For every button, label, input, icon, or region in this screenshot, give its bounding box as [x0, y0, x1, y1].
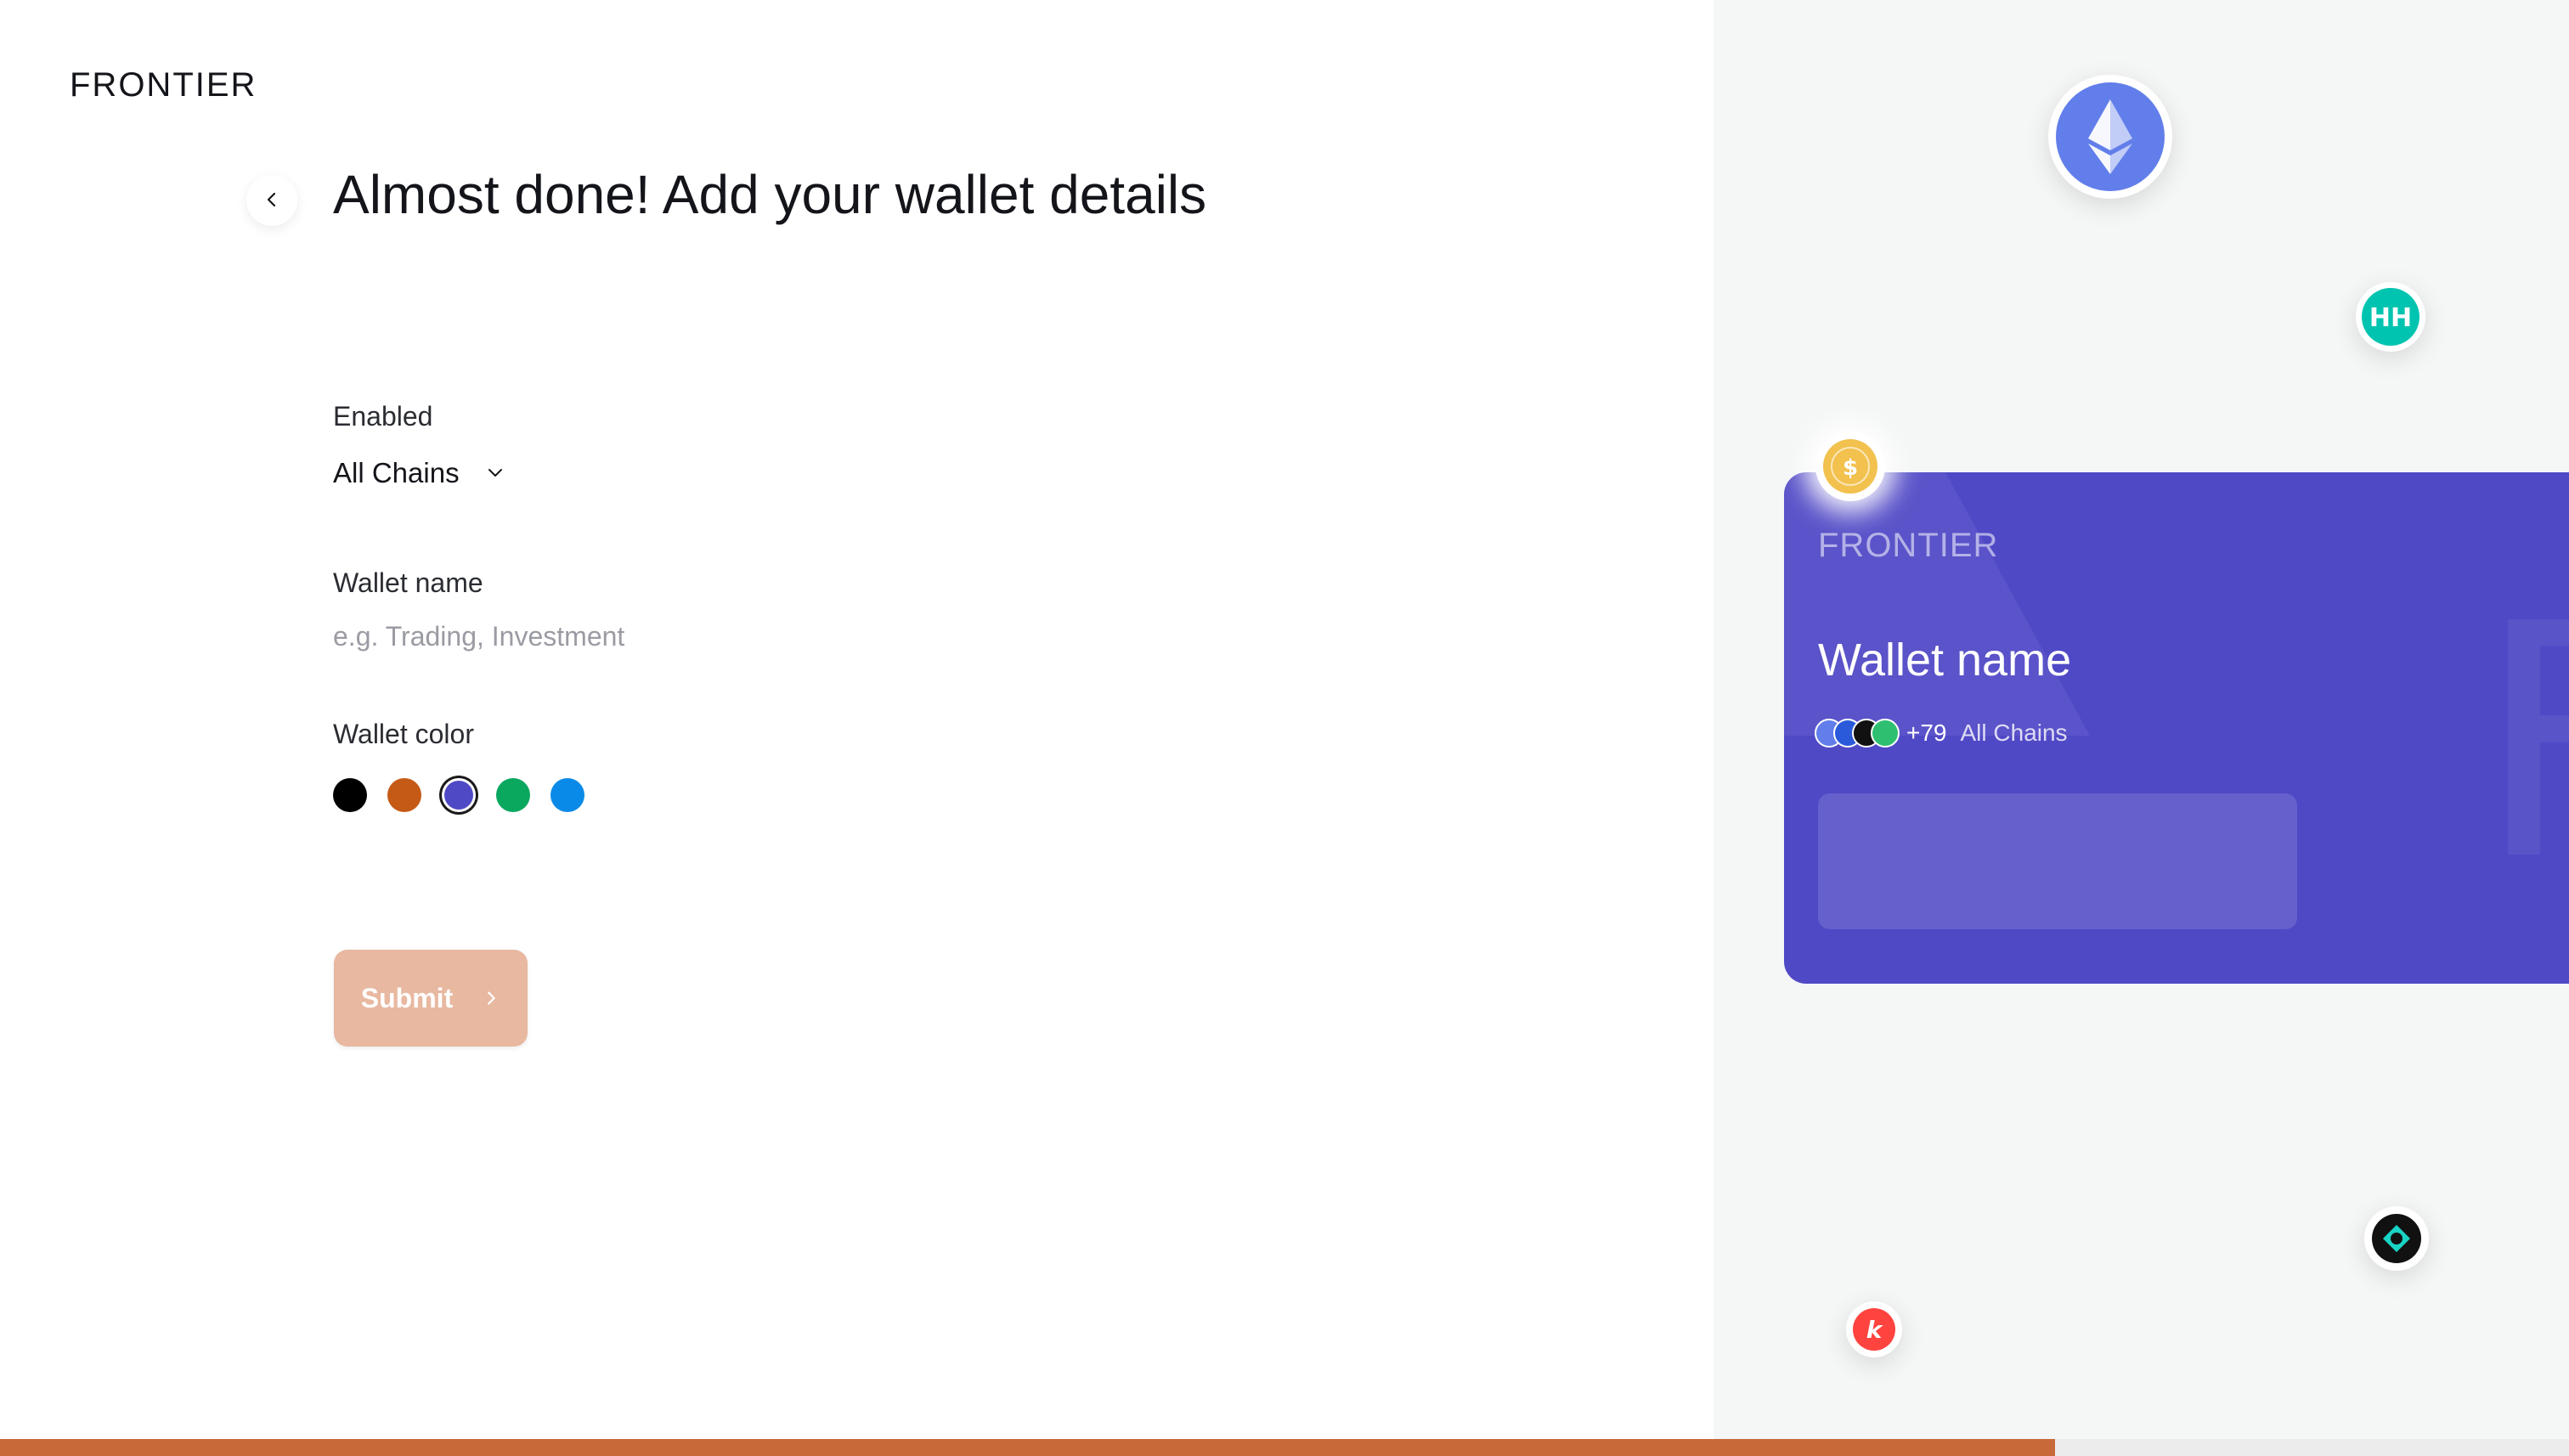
svg-text:k: k: [1866, 1316, 1884, 1344]
color-swatch[interactable]: [444, 781, 473, 810]
usd-coin-icon: $: [1815, 432, 1885, 501]
ethereum-icon: [2048, 75, 2172, 199]
svg-text:$: $: [1843, 455, 1858, 481]
preview-panel: HH k F FRONTIER Wallet name +79 All: [1714, 0, 2569, 1439]
wallet-preview-card: F FRONTIER Wallet name +79 All Chains: [1784, 472, 2569, 984]
chevron-right-icon: [482, 983, 500, 1014]
chains-dropdown-value: All Chains: [333, 457, 460, 488]
frontier-logo: FRONTIER: [70, 66, 257, 104]
enabled-label: Enabled: [333, 401, 433, 432]
submit-label: Submit: [360, 982, 454, 1013]
page-title: Almost done! Add your wallet details: [333, 164, 1207, 225]
svg-text:F: F: [2476, 555, 2569, 931]
svg-text:HH: HH: [2369, 303, 2412, 333]
card-placeholder-field: [1818, 793, 2297, 929]
color-swatch[interactable]: [333, 778, 367, 812]
progress-bar: [0, 1439, 2569, 1456]
dforce-icon: [2364, 1206, 2429, 1271]
color-swatch[interactable]: [550, 778, 584, 812]
submit-button[interactable]: Submit: [334, 950, 528, 1047]
back-button[interactable]: [246, 175, 297, 226]
wallet-color-label: Wallet color: [333, 719, 474, 749]
chevron-down-icon: [485, 457, 505, 489]
dash-mini-icon: [1871, 719, 1900, 748]
harmony-icon: HH: [2356, 282, 2425, 352]
chevron-left-icon: [262, 189, 282, 212]
color-swatch[interactable]: [496, 778, 530, 812]
wallet-name-label: Wallet name: [333, 567, 483, 598]
color-swatch[interactable]: [387, 778, 421, 812]
form-panel: FRONTIER Almost done! Add your wallet de…: [0, 0, 1714, 1439]
card-brand: FRONTIER: [1818, 527, 1999, 564]
wallet-color-picker: [333, 778, 584, 812]
card-wallet-name: Wallet name: [1818, 635, 2072, 686]
kava-icon: k: [1846, 1301, 1902, 1357]
chains-dropdown[interactable]: All Chains: [333, 457, 505, 489]
wallet-name-input[interactable]: [333, 615, 928, 657]
card-chains-label: All Chains: [1960, 720, 2068, 746]
progress-bar-fill: [0, 1439, 2056, 1456]
card-chain-list: +79 All Chains: [1815, 719, 2068, 748]
card-chain-count: +79: [1906, 720, 1947, 746]
